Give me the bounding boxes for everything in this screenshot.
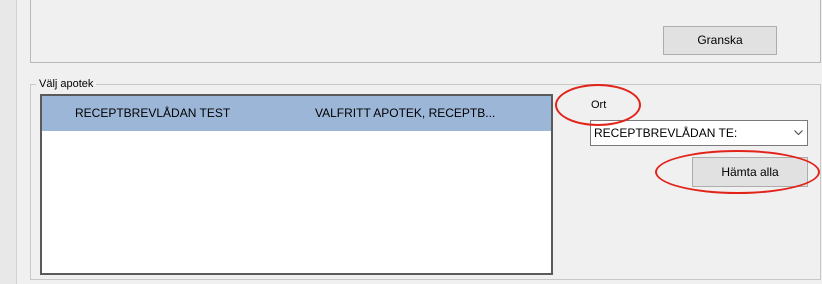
list-item[interactable]: RECEPTBREVLÅDAN TEST VALFRITT APOTEK, RE… — [42, 96, 551, 131]
pharmacy-description: VALFRITT APOTEK, RECEPTB... — [315, 106, 496, 120]
hamta-alla-button[interactable]: Hämta alla — [692, 157, 808, 187]
ort-dropdown[interactable]: RECEPTBREVLÅDAN TE: — [590, 120, 808, 146]
pharmacy-listbox[interactable]: RECEPTBREVLÅDAN TEST VALFRITT APOTEK, RE… — [40, 94, 553, 275]
chevron-down-icon[interactable] — [789, 121, 807, 145]
pharmacy-group-legend: Välj apotek — [36, 77, 97, 91]
pharmacy-name: RECEPTBREVLÅDAN TEST — [75, 106, 231, 120]
window-edge — [0, 0, 17, 284]
granska-button[interactable]: Granska — [663, 26, 777, 55]
ort-label: Ort — [591, 99, 607, 111]
ort-dropdown-value: RECEPTBREVLÅDAN TE: — [594, 126, 738, 140]
